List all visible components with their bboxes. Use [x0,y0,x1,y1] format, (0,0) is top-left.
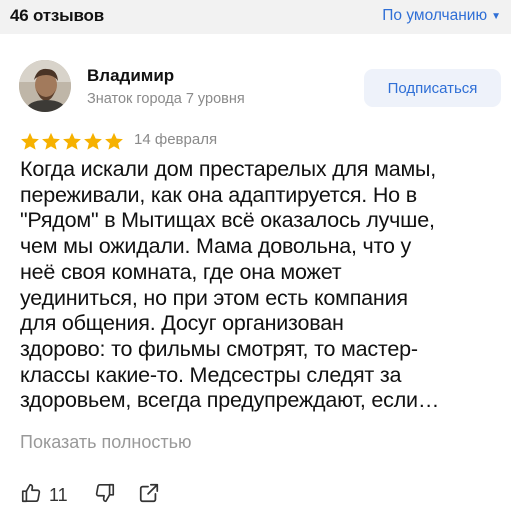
show-more-link[interactable]: Показать полностью [20,432,191,453]
star-icon [42,132,60,150]
avatar[interactable] [19,60,71,112]
star-icon [21,132,39,150]
star-icon [105,132,123,150]
like-button[interactable]: 11 [20,482,68,509]
subscribe-button[interactable]: Подписаться [364,69,501,107]
review-actions: 11 [20,482,160,509]
star-icon [63,132,81,150]
review-text-line: Когда искали дом престарелых для мамы, [20,157,437,181]
review-text-line: переживали, как она адаптируется. Но в [20,182,417,207]
review-text-line: "Рядом" в Мытищах всё оказалось лучше, [20,208,435,233]
reviews-count: 46 отзывов [10,6,104,25]
sort-dropdown[interactable]: По умолчанию ▼ [382,7,501,25]
sort-label: По умолчанию [382,7,488,24]
rating-stars [20,132,124,151]
author-status: Знаток города 7 уровня [87,91,245,107]
review-text-line: здорово: то фильмы смотрят, то мастер- [20,336,418,361]
share-icon [138,482,160,509]
review-text-line: для общения. Досуг организован [20,311,344,336]
star-icon [84,132,102,150]
dislike-button[interactable] [94,482,116,509]
review-text-line: неё своя комната, где она может [20,259,342,284]
review-text-line: уединиться, но при этом есть компания [20,285,408,310]
reviews-header: 46 отзывов По умолчанию ▼ [0,0,511,34]
share-button[interactable] [138,482,160,509]
thumbs-up-icon [20,482,42,509]
review-text-line: классы какие-то. Медсестры следят за [20,362,402,387]
caret-down-icon: ▼ [491,10,501,22]
like-count: 11 [49,485,68,505]
review-text-line: здоровьем, всегда предупреждают, если… [20,388,440,413]
author-name[interactable]: Владимир [87,66,174,86]
review-text: Когда искали дом престарелых для мамы, п… [20,157,504,414]
avatar-photo [19,60,71,112]
thumbs-down-icon [94,482,116,509]
review-date: 14 февраля [134,131,218,148]
review-text-line: чем мы ожидали. Мама довольна, что у [20,234,412,259]
